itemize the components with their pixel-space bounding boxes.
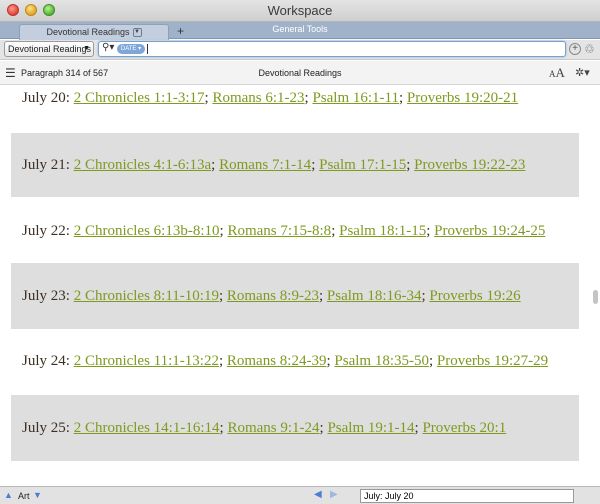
scripture-link[interactable]: Proverbs 19:24-25	[434, 223, 545, 239]
resource-select-label: Devotional Readings	[8, 44, 92, 54]
add-icon[interactable]: +	[569, 43, 581, 55]
scripture-link[interactable]: Psalm 19:1-14	[327, 420, 414, 436]
scrollbar[interactable]	[590, 86, 600, 486]
reading-row: July 24: 2 Chronicles 11:1-13:22; Romans…	[11, 346, 579, 376]
info-bar: ☰ Paragraph 314 of 567 Devotional Readin…	[0, 61, 600, 85]
reading-date: July 25:	[22, 420, 74, 436]
text-caret	[147, 44, 148, 54]
separator: ;	[426, 223, 435, 239]
scripture-link[interactable]: 2 Chronicles 6:13b-8:10	[74, 223, 220, 239]
reading-content[interactable]: July 20: 2 Chronicles 1:1-3:17; Romans 6…	[0, 86, 590, 486]
separator: ;	[311, 157, 320, 173]
scripture-link[interactable]: Romans 7:1-14	[219, 157, 311, 173]
date-token[interactable]: DATE ▾	[117, 44, 145, 54]
separator: ;	[398, 90, 407, 106]
reading-row: July 22: 2 Chronicles 6:13b-8:10; Romans…	[11, 216, 579, 246]
tab-menu-icon[interactable]: ▼	[132, 28, 142, 38]
scripture-link[interactable]: Romans 8:24-39	[227, 353, 327, 369]
separator: ;	[218, 288, 227, 304]
resource-title: Devotional Readings	[258, 68, 342, 78]
scripture-link[interactable]: Proverbs 19:20-21	[407, 90, 518, 106]
separator: ;	[211, 157, 220, 173]
back-icon[interactable]: ◀	[314, 489, 322, 500]
scripture-link[interactable]: Proverbs 20:1	[422, 420, 506, 436]
scripture-link[interactable]: Psalm 18:1-15	[339, 223, 426, 239]
reading-row: July 25: 2 Chronicles 14:1-16:14; Romans…	[11, 395, 579, 461]
tab-label: Devotional Readings	[46, 27, 130, 37]
bottom-bar: ▲ Art ▼ ◀ ▶	[0, 486, 600, 504]
reading-date: July 21:	[22, 157, 74, 173]
share-icon[interactable]: ♲	[584, 42, 595, 56]
scripture-link[interactable]: Romans 6:1-23	[212, 90, 304, 106]
search-row: Devotional Readings ▼ ⚲▾ DATE ▾ + ♲	[0, 40, 600, 60]
scripture-link[interactable]: 2 Chronicles 14:1-16:14	[74, 420, 220, 436]
reading-date: July 22:	[22, 223, 74, 239]
scripture-link[interactable]: Psalm 17:1-15	[319, 157, 406, 173]
tab-devotional-readings[interactable]: Devotional Readings ▼	[19, 24, 169, 40]
reading-date: July 20:	[22, 90, 74, 106]
reading-date: July 23:	[22, 288, 74, 304]
date-token-label: DATE	[120, 46, 137, 52]
scripture-link[interactable]: 2 Chronicles 11:1-13:22	[74, 353, 219, 369]
search-input[interactable]: ⚲▾ DATE ▾	[98, 41, 566, 57]
forward-icon[interactable]: ▶	[330, 489, 338, 500]
goto-field[interactable]	[360, 489, 574, 503]
scripture-link[interactable]: Psalm 18:16-34	[327, 288, 422, 304]
font-size-control[interactable]: AA	[549, 65, 565, 81]
scripture-link[interactable]: 2 Chronicles 4:1-6:13a	[74, 157, 211, 173]
search-icon[interactable]: ⚲▾	[102, 42, 114, 53]
separator: ;	[406, 157, 415, 173]
scripture-link[interactable]: Romans 8:9-23	[227, 288, 319, 304]
scripture-link[interactable]: Romans 7:15-8:8	[227, 223, 331, 239]
title-bar: Workspace	[0, 0, 600, 22]
separator: ;	[218, 353, 227, 369]
font-larger-button[interactable]: A	[556, 65, 565, 80]
scripture-link[interactable]: 2 Chronicles 1:1-3:17	[74, 90, 205, 106]
window-title: Workspace	[267, 3, 333, 18]
separator: ;	[331, 223, 340, 239]
reading-date: July 24:	[22, 353, 74, 369]
scripture-link[interactable]: 2 Chronicles 8:11-10:19	[74, 288, 219, 304]
scrollbar-thumb[interactable]	[593, 290, 598, 304]
scripture-link[interactable]: Proverbs 19:27-29	[437, 353, 548, 369]
scripture-link[interactable]: Romans 9:1-24	[227, 420, 319, 436]
separator: ;	[318, 288, 327, 304]
scripture-link[interactable]: Proverbs 19:26	[429, 288, 520, 304]
arrow-down-icon[interactable]: ▼	[33, 490, 42, 500]
reading-row: July 21: 2 Chronicles 4:1-6:13a; Romans …	[11, 133, 579, 197]
reading-row: July 20: 2 Chronicles 1:1-3:17; Romans 6…	[11, 86, 579, 116]
resource-select[interactable]: Devotional Readings ▼	[4, 41, 94, 57]
gear-icon[interactable]: ✲▾	[575, 66, 590, 79]
scripture-link[interactable]: Psalm 16:1-11	[312, 90, 399, 106]
scripture-link[interactable]: Psalm 18:35-50	[334, 353, 429, 369]
add-tab-button[interactable]: +	[177, 24, 184, 38]
arrow-up-icon[interactable]: ▲	[4, 490, 13, 500]
chevron-down-icon: ▼	[83, 45, 90, 52]
reading-row: July 23: 2 Chronicles 8:11-10:19; Romans…	[11, 263, 579, 329]
art-label: Art	[18, 491, 30, 501]
scripture-link[interactable]: Proverbs 19:22-23	[414, 157, 525, 173]
separator: ;	[428, 353, 437, 369]
